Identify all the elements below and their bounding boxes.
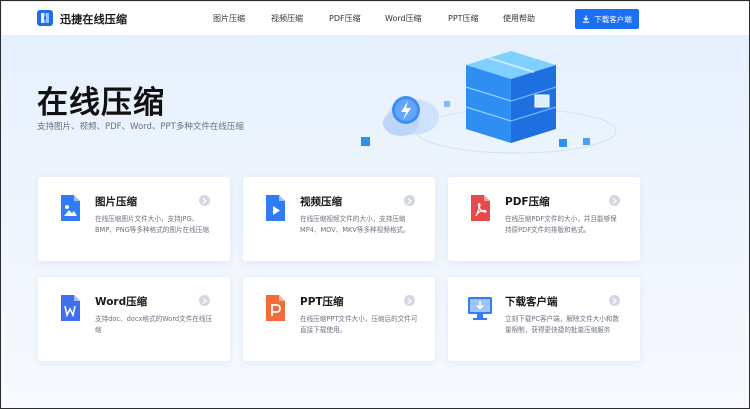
card-download-client[interactable]: 下载客户端 立刻下载PC客户端，解除文件大小和数量限制，获得更快捷的批量压缩服务	[448, 277, 640, 361]
image-file-icon	[61, 195, 80, 221]
cloud-lightning-icon	[383, 96, 439, 136]
hero-illustration	[361, 51, 617, 154]
nav-video-compress[interactable]: 视频压缩	[271, 13, 303, 24]
brand-name[interactable]: 迅捷在线压缩	[60, 11, 127, 27]
top-header: 迅捷在线压缩 图片压缩 视频压缩 PDF压缩 Word压缩 PPT压缩 使用帮助…	[2, 2, 749, 36]
chevron-right-icon[interactable]	[199, 295, 210, 306]
card-title: 下载客户端	[505, 296, 558, 308]
card-description: 支持doc、docx格式的Word文件在线压缩	[95, 315, 213, 334]
download-icon	[583, 15, 590, 23]
nav-pdf-compress[interactable]: PDF压缩	[329, 13, 361, 24]
chevron-right-icon[interactable]	[404, 195, 415, 206]
hero-title: 在线压缩	[37, 85, 165, 121]
chevron-right-icon[interactable]	[609, 195, 620, 206]
pdf-file-icon	[471, 195, 490, 221]
card-title: Word压缩	[95, 296, 148, 308]
card-image-compress[interactable]: 图片压缩 在线压缩图片文件大小，支持JPG、BMP、PNG等多种格式的图片在线压…	[38, 177, 230, 261]
card-pdf-compress[interactable]: PDF压缩 在线压缩PDF文件的大小，并且能够保持原PDF文件的排版和格式。	[448, 177, 640, 261]
hero-subtitle: 支持图片、视频、PDF、Word、PPT多种文件在线压缩	[37, 122, 244, 132]
nav-image-compress[interactable]: 图片压缩	[213, 13, 245, 24]
card-video-compress[interactable]: 视频压缩 在线压缩视频文件的大小，支持压缩MP4、MOV、MKV等多种视频格式。	[243, 177, 435, 261]
nav-word-compress[interactable]: Word压缩	[385, 13, 422, 24]
card-title: 视频压缩	[300, 196, 342, 208]
card-title: PPT压缩	[300, 296, 344, 308]
brand-logo-icon[interactable]	[37, 10, 53, 26]
word-file-icon	[61, 295, 80, 321]
chevron-right-icon[interactable]	[404, 295, 415, 306]
card-description: 在线压缩视频文件的大小，支持压缩MP4、MOV、MKV等多种视频格式。	[300, 215, 410, 234]
card-description: 在线压缩PPT文件大小，压缩后的文件可直接下载使用。	[300, 315, 418, 334]
page-frame: 迅捷在线压缩 图片压缩 视频压缩 PDF压缩 Word压缩 PPT压缩 使用帮助…	[0, 0, 750, 409]
card-description: 在线压缩图片文件大小，支持JPG、BMP、PNG等多种格式的图片在线压缩	[95, 215, 209, 234]
chevron-right-icon[interactable]	[199, 195, 210, 206]
chevron-right-icon[interactable]	[609, 295, 620, 306]
card-word-compress[interactable]: Word压缩 支持doc、docx格式的Word文件在线压缩	[38, 277, 230, 361]
card-description: 在线压缩PDF文件的大小，并且能够保持原PDF文件的排版和格式。	[505, 215, 617, 234]
compression-box-icon	[465, 51, 557, 143]
ppt-file-icon	[266, 295, 285, 321]
nav-ppt-compress[interactable]: PPT压缩	[448, 13, 479, 24]
video-file-icon	[266, 195, 285, 221]
download-client-button[interactable]: 下载客户端	[575, 9, 639, 29]
desktop-download-icon	[468, 297, 492, 320]
card-title: 图片压缩	[95, 196, 137, 208]
download-client-label: 下载客户端	[594, 14, 632, 24]
card-title: PDF压缩	[505, 196, 550, 208]
nav-help[interactable]: 使用帮助	[503, 13, 535, 24]
card-description: 立刻下载PC客户端，解除文件大小和数量限制，获得更快捷的批量压缩服务	[505, 315, 620, 334]
card-ppt-compress[interactable]: PPT压缩 在线压缩PPT文件大小，压缩后的文件可直接下载使用。	[243, 277, 435, 361]
